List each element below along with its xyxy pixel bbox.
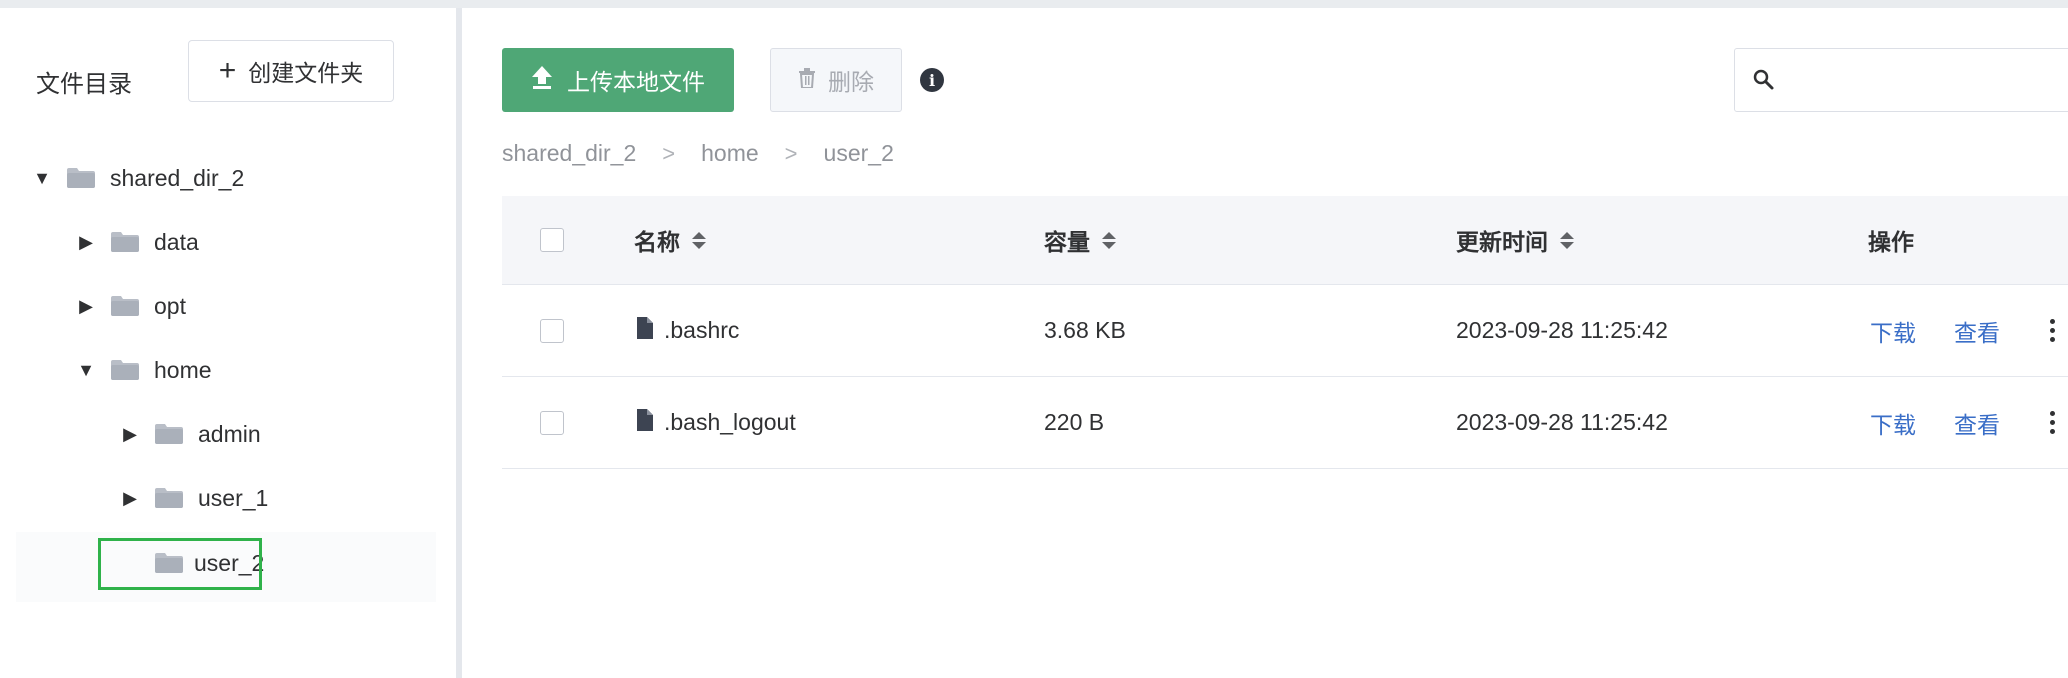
delete-button[interactable]: 删除 [770, 48, 902, 112]
column-header-actions: 操作 [1868, 196, 1914, 284]
column-label: 操作 [1868, 229, 1914, 255]
more-icon[interactable] [2050, 319, 2055, 342]
tree-node-user-1[interactable]: ▶ user_1 [118, 470, 268, 526]
row-checkbox[interactable] [540, 410, 564, 435]
row-checkbox[interactable] [540, 318, 564, 343]
sort-icon[interactable] [1560, 231, 1574, 249]
delete-label: 删除 [828, 69, 874, 95]
sort-icon[interactable] [692, 231, 706, 249]
selection-outline [98, 538, 262, 590]
column-header-updated[interactable]: 更新时间 [1456, 196, 1574, 284]
more-icon[interactable] [2050, 411, 2055, 434]
view-link[interactable]: 查看 [1954, 377, 2000, 468]
create-folder-label: 创建文件夹 [248, 60, 364, 86]
create-folder-button[interactable]: + 创建文件夹 [188, 40, 394, 102]
breadcrumb: shared_dir_2 > home > user_2 [502, 140, 894, 167]
tree-node-home[interactable]: ▼ home [74, 342, 212, 398]
sort-icon[interactable] [1102, 231, 1116, 249]
search-input[interactable] [1787, 59, 2061, 103]
folder-icon [110, 231, 140, 253]
sidebar-divider[interactable] [456, 8, 462, 678]
caret-right-icon[interactable]: ▶ [74, 232, 98, 253]
file-name[interactable]: .bashrc [664, 317, 739, 344]
tree-node-label: admin [198, 420, 261, 447]
search-icon [1753, 69, 1775, 96]
folder-icon [154, 423, 184, 445]
caret-down-icon[interactable]: ▼ [30, 168, 54, 189]
chevron-right-icon: > [784, 140, 798, 166]
tree-node-label: user_1 [198, 484, 269, 511]
tree-node-label: data [154, 228, 199, 255]
info-icon[interactable]: i [920, 68, 944, 92]
tree-node-shared-dir-2[interactable]: ▼ shared_dir_2 [30, 150, 244, 206]
column-label: 容量 [1044, 229, 1090, 255]
tree-node-data[interactable]: ▶ data [74, 214, 199, 270]
upload-label: 上传本地文件 [567, 69, 705, 95]
file-table: 名称 容量 更新时间 操作 .bashrc 3.68 KB 2023-09-28… [502, 196, 2068, 469]
caret-down-icon[interactable]: ▼ [74, 360, 98, 381]
plus-icon: + [218, 54, 237, 87]
download-link[interactable]: 下载 [1870, 285, 1916, 376]
table-header: 名称 容量 更新时间 操作 [502, 196, 2068, 285]
directory-title: 文件目录 [36, 71, 132, 98]
column-label: 名称 [634, 229, 680, 255]
file-updated: 2023-09-28 11:25:42 [1456, 317, 1668, 343]
tree-node-label: opt [154, 292, 186, 319]
upload-icon [531, 65, 553, 95]
view-link[interactable]: 查看 [1954, 285, 2000, 376]
table-row[interactable]: .bashrc 3.68 KB 2023-09-28 11:25:42 下载 查… [502, 285, 2068, 377]
download-link[interactable]: 下载 [1870, 377, 1916, 468]
file-size: 3.68 KB [1044, 317, 1126, 343]
caret-right-icon[interactable]: ▶ [118, 424, 142, 445]
caret-right-icon[interactable]: ▶ [74, 296, 98, 317]
search-box[interactable] [1734, 48, 2068, 112]
file-name[interactable]: .bash_logout [664, 409, 796, 436]
column-header-name[interactable]: 名称 [634, 196, 706, 284]
file-updated: 2023-09-28 11:25:42 [1456, 409, 1668, 435]
folder-icon [154, 487, 184, 509]
file-icon [636, 408, 654, 438]
tree-node-label: home [154, 356, 212, 383]
folder-icon [110, 295, 140, 317]
breadcrumb-item[interactable]: shared_dir_2 [502, 140, 636, 167]
folder-icon [66, 167, 96, 189]
folder-icon [110, 359, 140, 381]
tree-node-admin[interactable]: ▶ admin [118, 406, 261, 462]
chevron-right-icon: > [662, 140, 676, 166]
trash-icon [798, 67, 816, 94]
file-size: 220 B [1044, 409, 1105, 435]
column-label: 更新时间 [1456, 229, 1548, 255]
table-row[interactable]: .bash_logout 220 B 2023-09-28 11:25:42 下… [502, 377, 2068, 469]
column-header-size[interactable]: 容量 [1044, 196, 1116, 284]
tree-node-label: shared_dir_2 [110, 164, 245, 191]
file-icon [636, 316, 654, 346]
caret-right-icon[interactable]: ▶ [118, 488, 142, 509]
select-all-checkbox[interactable] [540, 228, 564, 252]
tree-node-opt[interactable]: ▶ opt [74, 278, 186, 334]
breadcrumb-item[interactable]: home [701, 140, 759, 167]
upload-file-button[interactable]: 上传本地文件 [502, 48, 734, 112]
top-bar [0, 0, 2068, 8]
breadcrumb-item[interactable]: user_2 [824, 140, 894, 167]
